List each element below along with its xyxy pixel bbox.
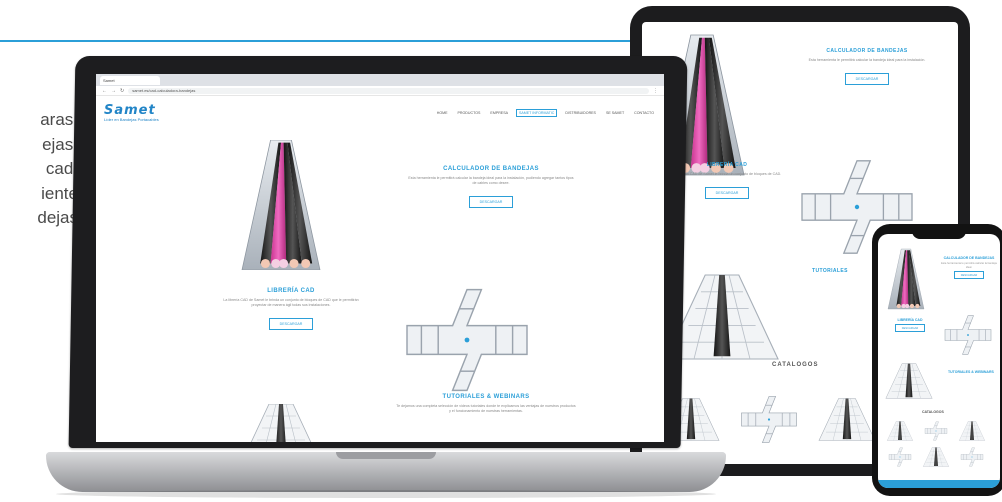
- phone-catalog-item-image[interactable]: [884, 446, 916, 468]
- phone-footer-bar: [878, 480, 1000, 488]
- back-icon[interactable]: ←: [102, 88, 107, 94]
- laptop-calc-download-button[interactable]: DESCARGAR: [468, 196, 514, 208]
- intro-line: ejas.: [42, 134, 78, 154]
- laptop-tutorials-section: TUTORIALES & WEBINARS Te dejamos una com…: [396, 394, 576, 414]
- laptop-shadow: [56, 490, 716, 498]
- tablet-cad-download-button[interactable]: DESCARGAR: [704, 187, 750, 199]
- phone-catalogos-heading: CATALOGOS: [922, 410, 944, 414]
- nav-contacto[interactable]: CONTACTO: [632, 110, 656, 116]
- phone-notch: [912, 230, 966, 239]
- nav-samet-informatic[interactable]: SAMET INFORMATIC: [516, 109, 558, 117]
- browser-tab-strip: Samet: [96, 74, 664, 86]
- nav-home[interactable]: HOME: [435, 110, 450, 116]
- nav-se-samet[interactable]: SE SAMET: [604, 110, 626, 116]
- laptop-notch: [336, 452, 436, 459]
- intro-text-fragment: aras, ejas. cad, iente dejas: [0, 108, 78, 231]
- tablet-cad-title: LIBRERÍA CAD: [706, 162, 748, 168]
- phone-catalog-item-image[interactable]: [956, 446, 988, 468]
- phone-cable-tray-image: [887, 248, 925, 310]
- menu-icon[interactable]: ⋮: [653, 88, 658, 94]
- laptop-cross-tray-image: [406, 288, 528, 392]
- phone-catalog-grid: [884, 420, 994, 468]
- browser-toolbar: ← → ↻ samet.es/cad-calculadora-bandejas …: [96, 86, 664, 96]
- laptop-cad-title: LIBRERÍA CAD: [267, 288, 315, 294]
- laptop-cad-body: La librería CAD de Samet le brinda un co…: [223, 298, 359, 307]
- intro-line: iente: [41, 183, 78, 203]
- laptop-mesh-tray-image: [240, 404, 322, 442]
- phone-calc-title: CALCULADOR DE BANDEJAS: [943, 256, 995, 260]
- phone-cross-tray-image: [944, 315, 992, 355]
- nav-empresa[interactable]: EMPRESA: [488, 110, 510, 116]
- site-header: Samet Líder en Bandejas Portacables HOME…: [96, 96, 664, 130]
- laptop-device: Samet ← → ↻ samet.es/cad-calculadora-ban…: [46, 56, 726, 498]
- phone-mesh-tray-image: [885, 363, 933, 399]
- samet-logo[interactable]: Samet Líder en Bandejas Portacables: [104, 102, 159, 122]
- phone-calc-download-button[interactable]: DESCARGAR: [953, 271, 985, 280]
- phone-catalog-item-image[interactable]: [884, 420, 916, 442]
- phone-catalog-item-image[interactable]: [920, 420, 952, 442]
- tablet-catalog-item-image[interactable]: [734, 392, 804, 447]
- tablet-calc-download-button[interactable]: DESCARGAR: [844, 73, 890, 85]
- phone-screen: CALCULADOR DE BANDEJAS Esta herramienta …: [878, 234, 1000, 488]
- laptop-base: [46, 452, 726, 498]
- phone-catalog-item-image[interactable]: [920, 446, 952, 468]
- logo-word: Samet: [104, 102, 156, 118]
- phone-catalog-item-image[interactable]: [956, 420, 988, 442]
- top-accent-rule: [0, 40, 640, 42]
- site-nav: HOME PRODUCTOS EMPRESA SAMET INFORMATIC …: [435, 109, 656, 117]
- laptop-calc-title: CALCULADOR DE BANDEJAS: [443, 166, 539, 172]
- laptop-cad-download-button[interactable]: DESCARGAR: [268, 318, 314, 330]
- laptop-calc-body: Esta herramienta le permitirá calcular l…: [408, 176, 574, 185]
- phone-cad-title: LIBRERÍA CAD: [897, 318, 923, 322]
- phone-tutorials-title: TUTORIALES & WEBINARS: [948, 370, 994, 374]
- tablet-calc-body: Esta herramienta le permitirá calcular l…: [808, 58, 926, 62]
- laptop-cad-section: LIBRERÍA CAD La librería CAD de Samet le…: [216, 288, 366, 330]
- tablet-calc-section: CALCULADOR DE BANDEJAS Esta herramienta …: [792, 48, 942, 85]
- phone-calc-body: Esta herramienta le permitirá calcular l…: [941, 262, 997, 269]
- laptop-cable-tray-image: [241, 140, 321, 270]
- tablet-catalogos-heading: CATALOGOS: [772, 362, 819, 368]
- address-bar[interactable]: samet.es/cad-calculadora-bandejas: [128, 87, 649, 94]
- phone-cad-section: LIBRERÍA CAD DESCARGAR: [882, 318, 938, 332]
- laptop-calc-section: CALCULADOR DE BANDEJAS Esta herramienta …: [406, 166, 576, 208]
- laptop-screen: Samet ← → ↻ samet.es/cad-calculadora-ban…: [96, 74, 664, 442]
- phone-device: CALCULADOR DE BANDEJAS Esta herramienta …: [872, 224, 1002, 496]
- phone-calc-section: CALCULADOR DE BANDEJAS Esta herramienta …: [940, 256, 998, 280]
- browser-tab[interactable]: Samet: [100, 75, 160, 85]
- nav-distribuidores[interactable]: DISTRIBUIDORES: [563, 110, 598, 116]
- laptop-tutorials-title: TUTORIALES & WEBINARS: [442, 394, 530, 400]
- intro-line: aras,: [40, 110, 78, 129]
- logo-tagline: Líder en Bandejas Portacables: [104, 116, 159, 122]
- nav-productos[interactable]: PRODUCTOS: [456, 110, 483, 116]
- reload-icon[interactable]: ↻: [120, 88, 124, 94]
- intro-line: cad,: [45, 159, 78, 178]
- phone-cad-download-button[interactable]: DESCARGAR: [894, 324, 926, 332]
- intro-line: dejas: [37, 208, 78, 227]
- tablet-calc-title: CALCULADOR DE BANDEJAS: [826, 48, 908, 54]
- tablet-tutorials-title: TUTORIALES: [812, 268, 848, 274]
- forward-icon[interactable]: →: [111, 88, 116, 94]
- laptop-tutorials-body: Te dejamos una completa selección de vid…: [396, 404, 576, 413]
